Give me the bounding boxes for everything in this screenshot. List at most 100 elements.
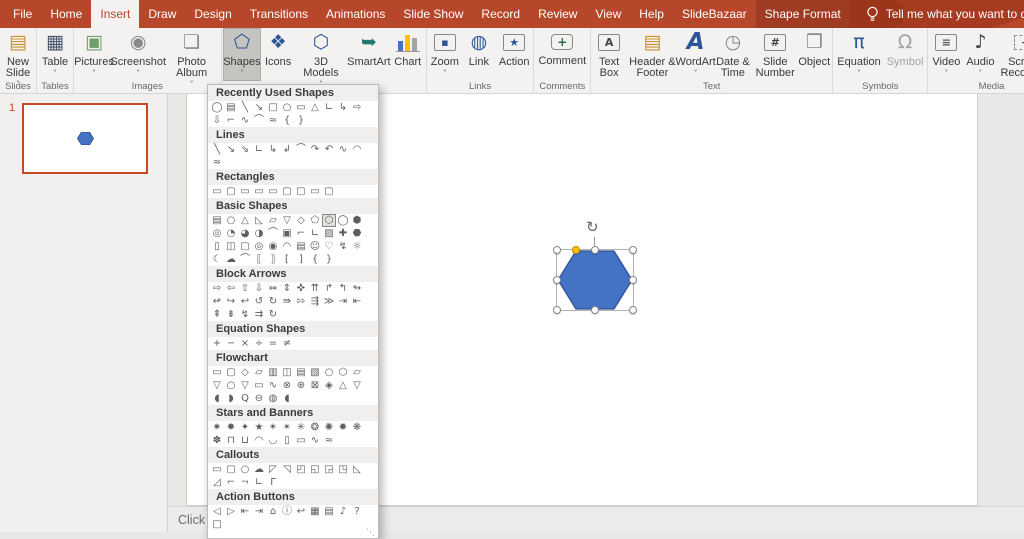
tab-help[interactable]: Help	[630, 0, 673, 28]
shape-option[interactable]: ◯	[210, 101, 224, 114]
shape-option[interactable]: ◺	[252, 214, 266, 227]
shape-option[interactable]: ▢	[224, 185, 238, 198]
shape-option[interactable]: ⊠	[308, 379, 322, 392]
resize-handle-n[interactable]	[591, 246, 599, 254]
ribbon-button-chart[interactable]: Chart	[391, 28, 425, 81]
shape-option[interactable]: Q	[238, 392, 252, 405]
shape-option[interactable]: ↻	[266, 295, 280, 308]
shape-option[interactable]: ⌂	[266, 505, 280, 518]
tab-home[interactable]: Home	[41, 0, 91, 28]
shape-option[interactable]: ◳	[336, 463, 350, 476]
shape-option[interactable]: ◑	[252, 227, 266, 240]
shape-option[interactable]: ¬	[238, 476, 252, 489]
shape-option[interactable]: ◈	[322, 379, 336, 392]
shape-option[interactable]: ◿	[210, 476, 224, 489]
shape-option[interactable]: △	[238, 214, 252, 227]
resize-grip-icon[interactable]: ⋱	[366, 528, 375, 538]
shape-option[interactable]: ↩	[294, 505, 308, 518]
shape-option[interactable]: ▦	[308, 505, 322, 518]
shape-option[interactable]: ▭	[210, 463, 224, 476]
shape-option[interactable]: ◸	[266, 463, 280, 476]
shape-option[interactable]: ▢	[294, 185, 308, 198]
shape-option[interactable]: ◠	[252, 434, 266, 447]
shape-option[interactable]: ≈	[266, 114, 280, 127]
shape-option[interactable]: ◫	[224, 240, 238, 253]
shape-option[interactable]: ↬	[350, 282, 364, 295]
shape-option[interactable]: ⬢	[350, 214, 364, 227]
shape-option[interactable]: ○	[322, 366, 336, 379]
shape-option[interactable]: ≫	[322, 295, 336, 308]
ribbon-button-table[interactable]: ▦ Table ˅	[38, 28, 72, 81]
ribbon-button-header-footer[interactable]: ▤ Header & Footer	[626, 28, 678, 81]
ribbon-button-slide-number[interactable]: # Slide Number	[753, 28, 797, 81]
tab-transitions[interactable]: Transitions	[241, 0, 317, 28]
shape-option[interactable]: ❂	[308, 421, 322, 434]
shape-option[interactable]: +	[210, 337, 224, 350]
shape-option[interactable]: ✽	[210, 434, 224, 447]
resize-handle-sw[interactable]	[553, 306, 561, 314]
shape-option[interactable]: ⇞	[210, 308, 224, 321]
shape-option[interactable]: ⌐	[224, 476, 238, 489]
rotation-handle[interactable]: ↻	[586, 218, 599, 236]
shape-option[interactable]: ⌐	[224, 114, 238, 127]
shape-option[interactable]: ◡	[266, 434, 280, 447]
shape-option[interactable]: ]	[294, 253, 308, 266]
ribbon-button-photo-album[interactable]: ❏ Photo Album ˅	[164, 28, 220, 89]
shape-option[interactable]: ◕	[238, 227, 252, 240]
shape-option[interactable]: ⇛	[280, 295, 294, 308]
resize-handle-s[interactable]	[591, 306, 599, 314]
shape-option[interactable]: ⇟	[224, 308, 238, 321]
shape-option[interactable]: ⇔	[266, 282, 280, 295]
shape-option[interactable]: ▤	[322, 505, 336, 518]
shape-option[interactable]: ☺	[308, 240, 322, 253]
shape-option[interactable]: ∟	[252, 476, 266, 489]
shape-option[interactable]: ↯	[238, 308, 252, 321]
shape-option[interactable]: Γ	[266, 476, 280, 489]
shape-option[interactable]: ×	[238, 337, 252, 350]
shape-option[interactable]: ▭	[252, 379, 266, 392]
shape-option[interactable]: ⬡	[322, 214, 336, 227]
shape-option[interactable]: ÷	[252, 337, 266, 350]
tab-insert[interactable]: Insert	[91, 0, 140, 28]
adjustment-handle[interactable]	[572, 246, 580, 254]
tab-design[interactable]: Design	[185, 0, 240, 28]
resize-handle-e[interactable]	[629, 276, 637, 284]
shape-option[interactable]: ⌒	[294, 143, 308, 156]
slide-thumbnail[interactable]	[22, 103, 148, 174]
shape-option[interactable]: ▱	[266, 214, 280, 227]
shape-option[interactable]: ∿	[336, 143, 350, 156]
shape-option[interactable]: △	[308, 101, 322, 114]
shape-option[interactable]: ↻	[266, 308, 280, 321]
shape-option[interactable]: ▯	[210, 240, 224, 253]
shape-option[interactable]: ∟	[322, 101, 336, 114]
shape-option[interactable]: ▥	[266, 366, 280, 379]
shape-option[interactable]: ▭	[210, 366, 224, 379]
shape-option[interactable]: ▭	[266, 185, 280, 198]
shape-option[interactable]: ⌒	[238, 253, 252, 266]
shape-option[interactable]: ∟	[252, 143, 266, 156]
tab-file[interactable]: File	[4, 0, 41, 28]
shape-option[interactable]: ⇶	[308, 295, 322, 308]
ribbon-button-wordart[interactable]: A WordArt ˅	[676, 28, 716, 81]
shape-option[interactable]: ↘	[224, 143, 238, 156]
shape-option[interactable]: ↰	[336, 282, 350, 295]
shape-option[interactable]: ⇕	[280, 282, 294, 295]
tab-review[interactable]: Review	[529, 0, 586, 28]
tab-view[interactable]: View	[586, 0, 630, 28]
shape-option[interactable]: ≈	[322, 434, 336, 447]
shape-option[interactable]: ⌒	[266, 227, 280, 240]
shape-option[interactable]: {	[280, 114, 294, 127]
shape-option[interactable]: ▣	[280, 227, 294, 240]
shape-option[interactable]: ♪	[336, 505, 350, 518]
shape-option[interactable]: ◰	[294, 463, 308, 476]
ribbon-button-symbol[interactable]: Ω Symbol	[884, 28, 927, 81]
shape-option[interactable]: □	[210, 518, 224, 531]
shape-option[interactable]: ◱	[308, 463, 322, 476]
shape-option[interactable]: ▭	[210, 185, 224, 198]
shape-option[interactable]: ◍	[266, 392, 280, 405]
shape-option[interactable]: ★	[252, 421, 266, 434]
ribbon-button-audio[interactable]: ♪ Audio ˅	[963, 28, 997, 81]
shape-option[interactable]: ╲	[238, 101, 252, 114]
shape-option[interactable]: ▤	[210, 214, 224, 227]
shape-option[interactable]: ◔	[224, 227, 238, 240]
